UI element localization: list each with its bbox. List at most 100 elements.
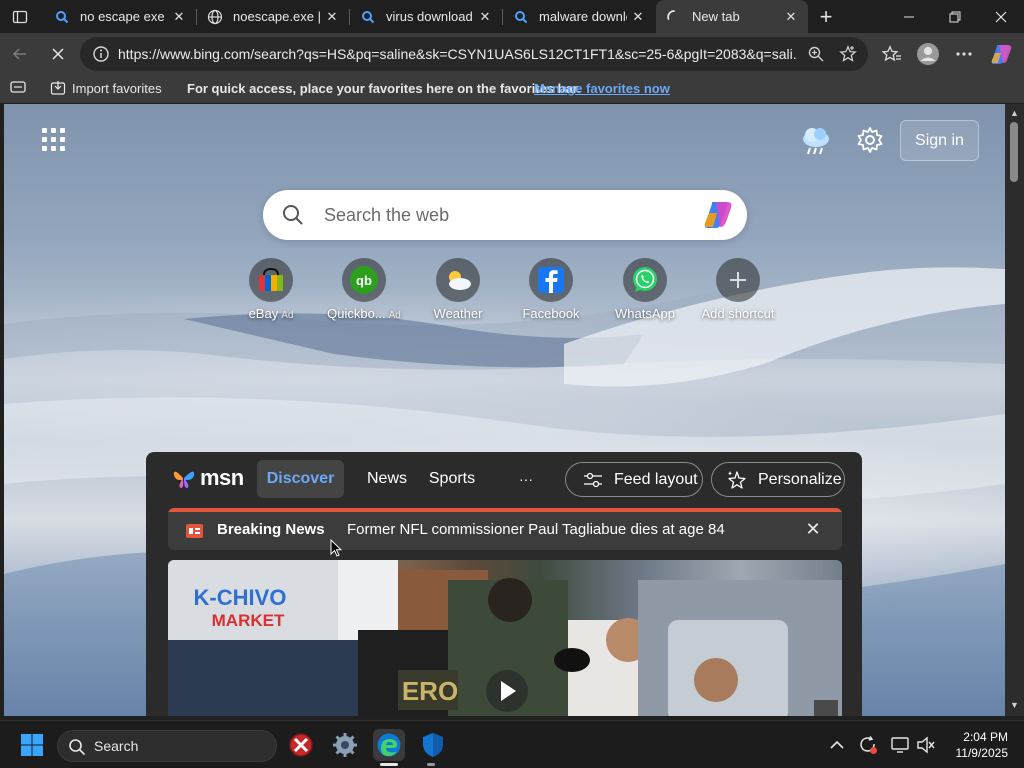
- shortcut-facebook[interactable]: Facebook: [506, 258, 596, 321]
- ad-label: Ad: [281, 310, 294, 321]
- apps-grid-button[interactable]: [42, 128, 66, 152]
- app-icon: [289, 733, 313, 757]
- volume-muted-tray-icon[interactable]: [916, 735, 936, 755]
- breaking-news-bar[interactable]: Breaking News Former NFL commissioner Pa…: [168, 508, 842, 550]
- loading-spinner-icon: [666, 9, 682, 25]
- favorites-bar-hint: For quick access, place your favorites h…: [187, 81, 581, 96]
- bing-search-icon: [513, 9, 529, 25]
- url-text[interactable]: https://www.bing.com/search?qs=HS&pq=sal…: [118, 46, 798, 62]
- tab-close-icon[interactable]: ✕: [780, 6, 802, 28]
- minimize-button[interactable]: [886, 0, 932, 33]
- network-tray-icon[interactable]: [890, 735, 910, 755]
- search-input[interactable]: Search the web: [324, 205, 449, 226]
- shortcut-whatsapp[interactable]: WhatsApp: [600, 258, 690, 321]
- taskbar-settings[interactable]: [329, 729, 361, 761]
- address-bar[interactable]: https://www.bing.com/search?qs=HS&pq=sal…: [80, 37, 868, 71]
- close-icon[interactable]: ✕: [804, 520, 822, 538]
- import-favorites-button[interactable]: Import favorites: [72, 81, 162, 96]
- show-hidden-icons-button[interactable]: [827, 735, 847, 755]
- copilot-button[interactable]: [986, 38, 1018, 70]
- feed-layout-button[interactable]: Feed layout: [565, 462, 703, 497]
- reading-view-icon[interactable]: [10, 80, 26, 97]
- tab-discover[interactable]: Discover: [257, 460, 344, 498]
- profile-button[interactable]: [912, 38, 944, 70]
- scroll-up-arrow-icon[interactable]: ▲: [1009, 108, 1020, 119]
- personalize-button[interactable]: Personalize: [711, 462, 845, 497]
- defender-running-indicator: [427, 763, 435, 766]
- chevron-up-icon: [830, 740, 844, 749]
- shortcut-weather[interactable]: Weather: [413, 258, 503, 321]
- close-window-button[interactable]: [978, 0, 1024, 33]
- clock-time: 2:04 PM: [963, 730, 1008, 744]
- new-tab-page: Sign in Search the web eBay Ad qb Quickbo…: [4, 104, 1005, 716]
- breaking-news-headline[interactable]: Former NFL commissioner Paul Tagliabue d…: [347, 521, 725, 538]
- scrollbar-thumb[interactable]: [1010, 122, 1018, 182]
- back-arrow-icon: [12, 48, 26, 60]
- restore-button[interactable]: [932, 0, 978, 33]
- mouse-cursor-icon: [330, 539, 342, 557]
- stop-loading-button[interactable]: [42, 38, 74, 70]
- shortcut-quickbooks[interactable]: qb Quickbo... Ad: [319, 258, 409, 321]
- weather-cloud-button[interactable]: [799, 124, 833, 156]
- vest-text: ERO: [402, 676, 458, 706]
- shortcut-label: Add shortcut: [701, 306, 775, 321]
- favorites-button[interactable]: [876, 38, 908, 70]
- zoom-icon[interactable]: [806, 44, 826, 64]
- tab-5-active[interactable]: New tab ✕: [656, 0, 808, 33]
- start-button[interactable]: [16, 729, 48, 761]
- sliders-icon: [582, 469, 604, 491]
- add-favorite-star-icon[interactable]: [838, 44, 858, 64]
- tab-sports[interactable]: Sports: [426, 460, 478, 498]
- tab-3[interactable]: virus download - ✕: [350, 0, 502, 33]
- more-dots-icon: [956, 52, 972, 56]
- new-tab-button[interactable]: +: [812, 4, 840, 30]
- import-favorites-icon[interactable]: [50, 80, 66, 99]
- shortcut-label: WhatsApp: [615, 306, 675, 321]
- taskbar-clock[interactable]: 2:04 PM 11/9/2025: [948, 729, 1009, 761]
- msn-logo[interactable]: msn: [171, 462, 244, 494]
- copilot-icon[interactable]: [702, 200, 736, 230]
- breaking-news-icon: [186, 524, 203, 538]
- gear-icon: [857, 127, 883, 153]
- shortcut-label: eBay: [248, 306, 279, 321]
- more-tabs-button[interactable]: ···: [508, 460, 544, 498]
- news-video-thumbnail[interactable]: K-CHIVO MARKET ERO: [168, 560, 842, 716]
- taskbar-app-red-circle[interactable]: [285, 729, 317, 761]
- tab-1[interactable]: no escape exe do ✕: [44, 0, 196, 33]
- tab-4[interactable]: malware downloa ✕: [503, 0, 655, 33]
- msn-feed-panel: msn Discover News Sports ··· Feed layout…: [146, 452, 862, 716]
- feed-layout-label: Feed layout: [614, 470, 698, 488]
- taskbar-search-box[interactable]: Search: [57, 730, 277, 762]
- taskbar-edge[interactable]: [373, 729, 405, 761]
- tab-close-icon[interactable]: ✕: [474, 6, 496, 28]
- scroll-down-arrow-icon[interactable]: ▼: [1009, 700, 1020, 711]
- taskbar-defender[interactable]: [417, 729, 449, 761]
- sign-in-button[interactable]: Sign in: [900, 120, 979, 161]
- store-sign-text: K-CHIVO: [194, 585, 287, 610]
- site-info-icon[interactable]: [86, 45, 116, 63]
- tab-actions-button[interactable]: [0, 0, 40, 33]
- shortcut-label: Quickbo...: [327, 306, 386, 321]
- shortcut-ebay[interactable]: eBay Ad: [226, 258, 316, 321]
- tab-close-icon[interactable]: ✕: [168, 6, 190, 28]
- monitor-network-icon: [891, 737, 909, 753]
- tab-2[interactable]: noescape.exe | Sh ✕: [197, 0, 349, 33]
- manage-favorites-link[interactable]: Manage favorites now: [534, 81, 670, 96]
- tab-title: virus download -: [386, 9, 474, 24]
- back-button[interactable]: [4, 38, 36, 70]
- bing-search-icon: [360, 9, 376, 25]
- windows-update-tray-icon[interactable]: [858, 735, 878, 755]
- add-shortcut-button[interactable]: Add shortcut: [693, 258, 783, 321]
- settings-more-button[interactable]: [948, 38, 980, 70]
- refresh-alert-icon: [860, 736, 877, 754]
- tab-close-icon[interactable]: ✕: [321, 6, 343, 28]
- tab-close-icon[interactable]: ✕: [627, 6, 649, 28]
- tab-news[interactable]: News: [361, 460, 413, 498]
- clock-date: 11/9/2025: [955, 746, 1009, 760]
- minimize-icon: [904, 16, 914, 17]
- plus-icon: [716, 258, 760, 302]
- favorites-bar: Import favorites For quick access, place…: [0, 75, 1024, 103]
- page-scrollbar[interactable]: ▲ ▼: [1005, 104, 1024, 716]
- web-search-box[interactable]: Search the web: [263, 190, 747, 240]
- page-settings-button[interactable]: [856, 126, 884, 154]
